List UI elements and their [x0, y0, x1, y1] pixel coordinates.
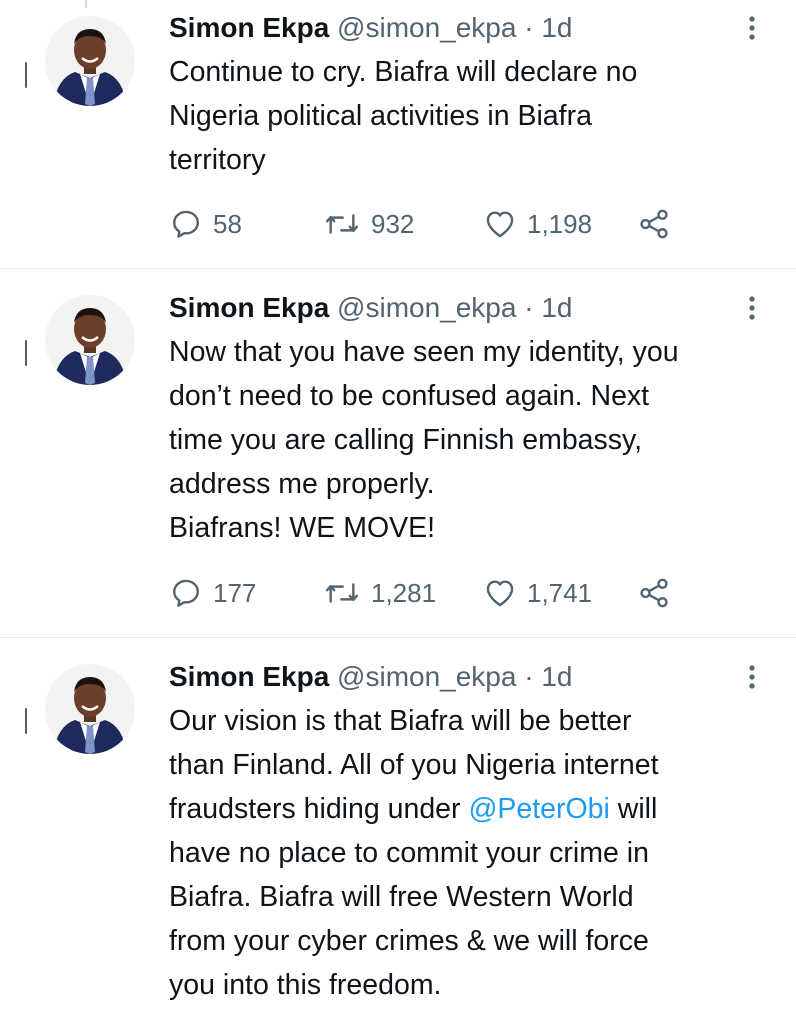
- author-name[interactable]: Simon Ekpa: [169, 12, 329, 43]
- like-button[interactable]: 1,198: [483, 206, 592, 242]
- reply-count: 177: [213, 578, 257, 608]
- tweet-text-line: address me properly.: [169, 468, 435, 500]
- author-name[interactable]: Simon Ekpa: [169, 661, 329, 692]
- retweet-button[interactable]: 932: [323, 206, 414, 242]
- tweet-text-line: territory: [169, 144, 266, 176]
- timestamp[interactable]: 1d: [541, 292, 572, 323]
- edge-mark: [25, 708, 27, 734]
- avatar-portrait: [45, 664, 135, 754]
- tweet-text-line: than Finland. All of you Nigeria interne…: [169, 749, 659, 781]
- tweet-text-line: Continue to cry. Biafra will declare no: [169, 56, 638, 88]
- retweet-icon: [325, 214, 359, 234]
- tweet-header: Simon Ekpa @simon_ekpa · 1d: [169, 12, 573, 44]
- tweet-text: Continue to cry. Biafra will declare no …: [169, 50, 779, 182]
- tweet-text-line: Biafrans! WE MOVE!: [169, 512, 436, 544]
- tweet-divider: [0, 637, 796, 638]
- avatar-portrait: [45, 16, 135, 106]
- reply-count: 58: [213, 209, 242, 239]
- tweet-text: Our vision is that Biafra will be better…: [169, 699, 779, 1007]
- reply-icon: [173, 579, 199, 607]
- tweet-divider: [0, 268, 796, 269]
- retweet-count: 1,281: [371, 578, 437, 608]
- edge-mark: [25, 340, 27, 366]
- more-vertical-icon[interactable]: [744, 292, 760, 324]
- share-button[interactable]: [637, 206, 671, 242]
- tweet-text-line: time you are calling Finnish embassy,: [169, 424, 643, 456]
- avatar[interactable]: [45, 664, 135, 754]
- tweet-header: Simon Ekpa @simon_ekpa · 1d: [169, 661, 573, 693]
- avatar[interactable]: [45, 16, 135, 106]
- tweet-actions: 58 932 1,198: [169, 206, 689, 242]
- tweet-text-line: Biafra. Biafra will free Western World: [169, 881, 634, 913]
- retweet-count: 932: [371, 209, 415, 239]
- more-vertical-icon[interactable]: [744, 661, 760, 693]
- heart-icon: [486, 211, 514, 238]
- tweet-text-line: fraudsters hiding under: [169, 793, 469, 825]
- tweet-text-fragment: will: [609, 793, 658, 825]
- like-button[interactable]: 1,741: [483, 575, 592, 611]
- tweet-text-line: Now that you have seen my identity, you: [169, 336, 679, 368]
- timestamp[interactable]: 1d: [541, 661, 572, 692]
- author-handle[interactable]: @simon_ekpa: [337, 661, 516, 692]
- separator: ·: [524, 12, 534, 43]
- author-name[interactable]: Simon Ekpa: [169, 292, 329, 323]
- tweet-text: Now that you have seen my identity, you …: [169, 330, 779, 550]
- mention-link[interactable]: @PeterObi: [468, 793, 609, 825]
- tweet-header: Simon Ekpa @simon_ekpa · 1d: [169, 292, 573, 324]
- reply-icon: [173, 210, 199, 238]
- separator: ·: [524, 661, 534, 692]
- author-handle[interactable]: @simon_ekpa: [337, 292, 516, 323]
- separator: ·: [524, 292, 534, 323]
- tweet-text-line: don’t need to be confused again. Next: [169, 380, 650, 412]
- retweet-icon: [325, 583, 359, 603]
- timestamp[interactable]: 1d: [541, 12, 572, 43]
- avatar[interactable]: [45, 295, 135, 385]
- edge-mark: [25, 62, 27, 88]
- reply-button[interactable]: 177: [169, 575, 256, 611]
- tweet-text-line: Nigeria political activities in Biafra: [169, 100, 592, 132]
- retweet-button[interactable]: 1,281: [323, 575, 436, 611]
- author-handle[interactable]: @simon_ekpa: [337, 12, 516, 43]
- heart-icon: [486, 580, 514, 607]
- share-icon: [640, 209, 668, 239]
- more-vertical-icon[interactable]: [744, 12, 760, 44]
- like-count: 1,198: [527, 209, 593, 239]
- tweet-text-line: you into this freedom.: [169, 969, 442, 1001]
- avatar-portrait: [45, 295, 135, 385]
- share-icon: [640, 578, 668, 608]
- thread-connector: [85, 0, 87, 8]
- tweet-text-line: from your cyber crimes & we will force: [169, 925, 649, 957]
- reply-button[interactable]: 58: [169, 206, 242, 242]
- share-button[interactable]: [637, 575, 671, 611]
- tweet-actions: 177 1,281 1,741: [169, 575, 689, 611]
- tweet-text-line: Our vision is that Biafra will be better: [169, 705, 632, 737]
- like-count: 1,741: [527, 578, 593, 608]
- tweet-text-line: have no place to commit your crime in: [169, 837, 649, 869]
